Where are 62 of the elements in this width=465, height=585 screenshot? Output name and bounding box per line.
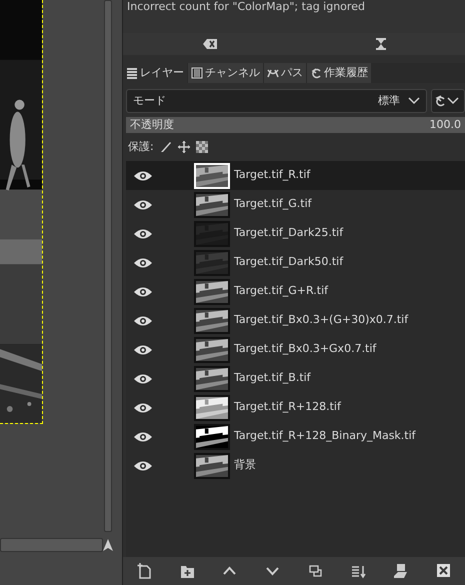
path-icon: [267, 67, 279, 79]
eye-icon[interactable]: [134, 430, 152, 442]
layer-row[interactable]: Target.tif_Dark25.tif: [126, 219, 465, 248]
layer-name: Target.tif_G.tif: [234, 196, 312, 212]
eye-icon[interactable]: [134, 228, 152, 240]
vertical-scrollbar[interactable]: [104, 0, 112, 532]
layer-name: Target.tif_R+128.tif: [234, 399, 341, 416]
message-text: Incorrect count for "ColorMap"; tag ignored: [127, 0, 365, 13]
layer-name: Target.tif_B.tif: [234, 370, 311, 386]
channels-icon: [191, 67, 203, 79]
layer-name: Target.tif_Bx0.3+Gx0.7.tif: [234, 341, 376, 358]
eye-icon[interactable]: [134, 402, 152, 414]
opacity-slider[interactable]: 不透明度 100.0: [126, 117, 465, 133]
eye-icon[interactable]: [134, 344, 152, 356]
horizontal-scrollbar[interactable]: [0, 538, 103, 552]
layer-row[interactable]: Target.tif_R.tif: [126, 161, 465, 190]
tab[interactable]: レイヤー: [123, 63, 187, 83]
clear-icon[interactable]: [202, 39, 216, 49]
mask-icon[interactable]: [393, 563, 408, 579]
layer-name: Target.tif_Dark25.tif: [234, 225, 344, 242]
layer-row[interactable]: Target.tif_Dark50.tif: [126, 248, 465, 277]
merge-icon[interactable]: [350, 563, 366, 579]
hourglass-icon[interactable]: [376, 38, 386, 50]
layer-name: Target.tif_R.tif: [234, 167, 310, 184]
eye-icon[interactable]: [134, 372, 152, 384]
undo-icon: [435, 95, 447, 107]
layer-row[interactable]: Target.tif_Bx0.3+Gx0.7.tif: [126, 335, 465, 364]
new-layer-icon[interactable]: [136, 563, 152, 579]
layer-name: Target.tif_Dark50.tif: [234, 254, 344, 270]
layer-row[interactable]: Target.tif_Bx0.3+(G+30)x0.7.tif: [126, 306, 465, 335]
layer-row[interactable]: Target.tif_R+128_Binary_Mask.tif: [126, 422, 465, 451]
lock-label: 保護:: [128, 138, 154, 155]
eye-icon[interactable]: [134, 460, 152, 472]
layer-name: Target.tif_Bx0.3+(G+30)x0.7.tif: [234, 312, 408, 328]
tab[interactable]: 作業履歴: [307, 63, 371, 83]
composite-dropdown[interactable]: [431, 89, 465, 113]
eye-icon[interactable]: [134, 314, 152, 326]
eye-icon[interactable]: [134, 170, 152, 182]
layer-row[interactable]: Target.tif_G.tif: [126, 190, 465, 219]
layer-row[interactable]: Target.tif_R+128.tif: [126, 393, 465, 422]
move-icon[interactable]: [178, 141, 190, 153]
eye-icon[interactable]: [134, 286, 152, 298]
delete-icon[interactable]: [436, 563, 452, 579]
layer-name: Target.tif_R+128_Binary_Mask.tif: [234, 428, 416, 444]
undo-icon: [310, 67, 322, 79]
layer-row[interactable]: Target.tif_B.tif: [126, 364, 465, 393]
chevron-icon: [408, 97, 420, 105]
folder-icon[interactable]: [180, 563, 195, 579]
duplicate-icon[interactable]: [308, 563, 323, 579]
layer-row[interactable]: Target.tif_G+R.tif: [126, 277, 465, 306]
brush-icon[interactable]: [160, 141, 172, 153]
layer-name: Target.tif_G+R.tif: [234, 283, 328, 300]
eye-icon[interactable]: [134, 198, 152, 210]
mode-dropdown[interactable]: モード 標準: [126, 89, 427, 113]
tab[interactable]: チャンネル: [188, 63, 263, 83]
layers-icon: [126, 67, 138, 79]
layer-row[interactable]: 背景: [126, 451, 465, 480]
chevron-icon: [447, 97, 459, 105]
tab[interactable]: パス: [264, 63, 306, 83]
checkerboard-icon[interactable]: [196, 141, 208, 153]
eye-icon[interactable]: [134, 256, 152, 268]
layer-name: 背景: [234, 457, 256, 474]
